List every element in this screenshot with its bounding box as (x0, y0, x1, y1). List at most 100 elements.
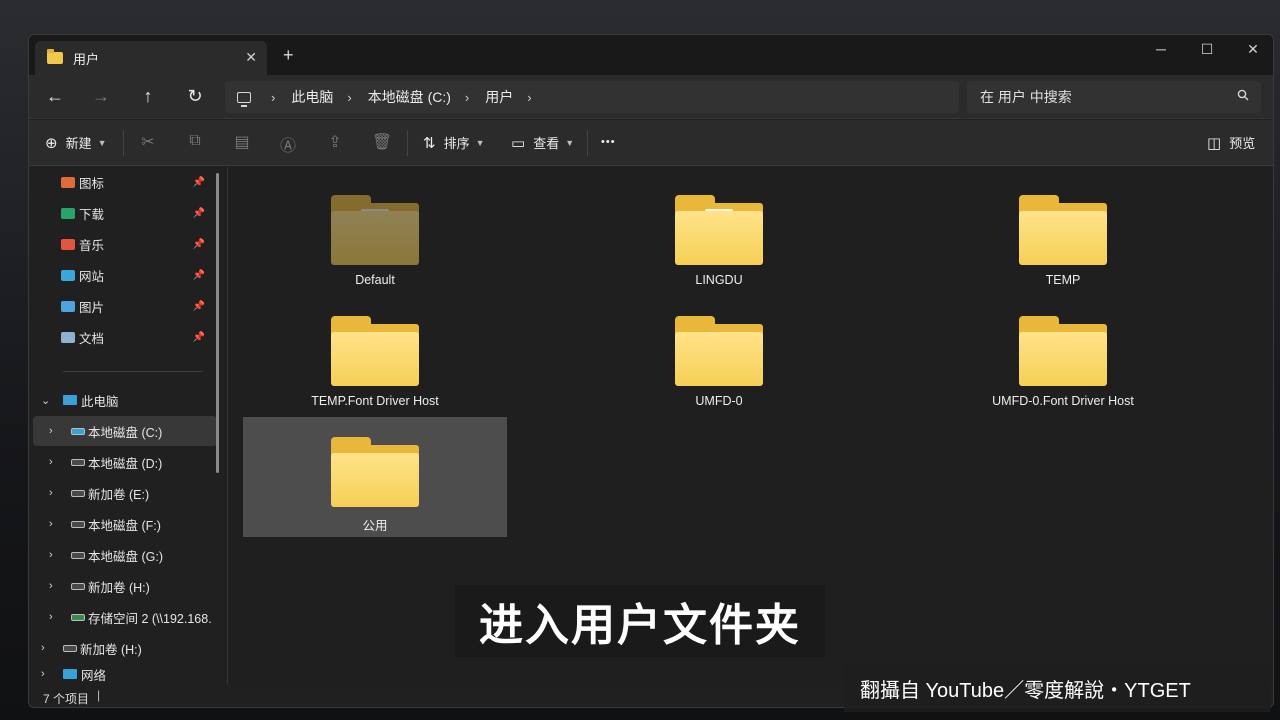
breadcrumb-users[interactable]: 用户 (485, 87, 513, 107)
chevron-right-icon[interactable]: › (49, 611, 53, 623)
tab-users[interactable]: 用户 ✕ (35, 41, 267, 75)
chevron-right-icon[interactable]: › (49, 425, 53, 437)
pin-icon[interactable]: 📌 (193, 301, 205, 312)
folder-item[interactable]: 公用 (243, 417, 507, 537)
chevron-right-icon[interactable]: › (527, 90, 531, 105)
preview-pane-icon: ◫ (1207, 134, 1222, 152)
folder-name: LINGDU (695, 273, 743, 287)
pin-icon[interactable]: 📌 (193, 208, 205, 219)
chevron-right-icon[interactable]: › (41, 668, 45, 680)
maximize-button[interactable]: ☐ (1187, 41, 1227, 58)
folder-item[interactable]: Default (243, 175, 507, 295)
back-button[interactable]: ← (43, 86, 67, 107)
web-folder-icon (61, 269, 75, 281)
preview-button[interactable]: ◫ 预览 (1207, 133, 1255, 152)
chevron-right-icon[interactable]: › (49, 487, 53, 499)
refresh-button[interactable]: ↻ (183, 86, 207, 107)
colorful-folder-icon (61, 176, 75, 188)
sort-button[interactable]: ⇅ 排序 ▼ (423, 133, 485, 152)
music-folder-icon (61, 238, 75, 250)
sidebar-item-drive-e[interactable]: › 新加卷 (E:) (29, 478, 227, 508)
chevron-right-icon[interactable]: › (465, 90, 469, 105)
new-button[interactable]: ⊕ 新建 ▼ (45, 133, 107, 152)
minimize-button[interactable]: ─ (1141, 41, 1181, 57)
chevron-right-icon[interactable]: › (49, 580, 53, 592)
folder-icon (675, 316, 763, 386)
pin-icon[interactable]: 📌 (193, 239, 205, 250)
chevron-right-icon[interactable]: › (41, 642, 45, 654)
sidebar-item-drive-c[interactable]: › 本地磁盘 (C:) (33, 416, 217, 446)
forward-button[interactable]: → (89, 86, 113, 107)
search-input[interactable]: 在 用户 中搜索 (967, 81, 1261, 113)
folder-item[interactable]: TEMP (931, 175, 1195, 295)
folder-name: UMFD-0.Font Driver Host (992, 394, 1134, 408)
copy-icon[interactable]: ⧉ (184, 132, 206, 150)
chevron-right-icon[interactable]: › (49, 456, 53, 468)
view-button[interactable]: ▭ 查看 ▼ (511, 133, 574, 152)
address-bar[interactable]: › 此电脑 › 本地磁盘 (C:) › 用户 › (225, 81, 959, 113)
command-bar: ⊕ 新建 ▼ ✂ ⧉ ▤ Ⓐ ⇪ 🗑 ⇅ 排序 ▼ ▭ 查看 ▼ ••• ◫ 预… (29, 120, 1273, 166)
sidebar-scrollbar[interactable] (216, 173, 219, 473)
pin-icon[interactable]: 📌 (193, 332, 205, 343)
sort-icon: ⇅ (423, 134, 436, 152)
sidebar-item-label: 图标 (79, 176, 105, 191)
share-icon[interactable]: ⇪ (324, 132, 346, 152)
sidebar-item-drive-h[interactable]: › 新加卷 (H:) (29, 571, 227, 601)
sidebar-item-network-storage[interactable]: › 存储空间 2 (\\192.168. (29, 602, 227, 632)
sidebar-item-music[interactable]: 音乐 📌 (29, 229, 227, 259)
folder-icon (675, 195, 763, 265)
folder-icon (1019, 316, 1107, 386)
sidebar-item-drive-d[interactable]: › 本地磁盘 (D:) (29, 447, 227, 477)
sidebar-item-drive-h-root[interactable]: › 新加卷 (H:) (29, 633, 227, 663)
chevron-right-icon[interactable]: › (347, 90, 351, 105)
subtitle-caption: 进入用户文件夹 (455, 585, 825, 657)
sidebar-item-label: 本地磁盘 (C:) (88, 425, 163, 440)
folder-item[interactable]: LINGDU (587, 175, 851, 295)
sidebar-item-network[interactable]: › 网络 (29, 663, 227, 685)
drive-icon (71, 520, 85, 528)
up-button[interactable]: ↑ (136, 86, 160, 107)
sidebar-item-icons[interactable]: 图标 📌 (29, 167, 227, 197)
folder-name: UMFD-0 (695, 394, 743, 408)
sidebar-item-drive-f[interactable]: › 本地磁盘 (F:) (29, 509, 227, 539)
drive-icon (71, 489, 85, 497)
paste-icon[interactable]: ▤ (231, 132, 253, 152)
folder-icon (47, 49, 63, 64)
chevron-down-icon[interactable]: ⌄ (41, 394, 50, 407)
new-tab-button[interactable]: + (283, 45, 294, 66)
sidebar-item-websites[interactable]: 网站 📌 (29, 260, 227, 290)
more-options-button[interactable]: ••• (601, 136, 616, 148)
view-label: 查看 (533, 136, 560, 151)
folder-item[interactable]: TEMP.Font Driver Host (243, 296, 507, 416)
sidebar-item-this-pc[interactable]: ⌄ 此电脑 (29, 385, 227, 415)
tab-close-icon[interactable]: ✕ (245, 49, 257, 66)
pin-icon[interactable]: 📌 (193, 177, 205, 188)
chevron-right-icon[interactable]: › (271, 90, 275, 105)
search-placeholder: 在 用户 中搜索 (980, 89, 1072, 105)
sidebar-item-drive-g[interactable]: › 本地磁盘 (G:) (29, 540, 227, 570)
navigation-pane: 图标 📌 下载 📌 音乐 📌 网站 📌 图片 📌 文档 📌 ⌄ 此电脑 › 本地… (29, 167, 227, 685)
rename-icon[interactable]: Ⓐ (277, 132, 299, 156)
sidebar-item-downloads[interactable]: 下载 📌 (29, 198, 227, 228)
pin-icon[interactable]: 📌 (193, 270, 205, 281)
sidebar-item-label: 网络 (81, 668, 107, 683)
sidebar-item-pictures[interactable]: 图片 📌 (29, 291, 227, 321)
download-folder-icon (61, 207, 75, 219)
chevron-down-icon: ▼ (475, 137, 485, 148)
divider (123, 130, 124, 156)
sidebar-item-label: 图片 (79, 300, 105, 315)
breadcrumb-this-pc[interactable]: 此电脑 (291, 87, 333, 107)
delete-icon[interactable]: 🗑 (371, 132, 393, 152)
sidebar-item-documents[interactable]: 文档 📌 (29, 322, 227, 352)
folder-item[interactable]: UMFD-0.Font Driver Host (931, 296, 1195, 416)
source-watermark: 翻攝自 YouTube／零度解說・YTGET (844, 664, 1270, 712)
folder-item[interactable]: UMFD-0 (587, 296, 851, 416)
breadcrumb-drive-c[interactable]: 本地磁盘 (C:) (368, 87, 451, 107)
pane-divider[interactable] (227, 167, 228, 685)
cut-icon[interactable]: ✂ (137, 132, 159, 152)
folder-icon (331, 437, 419, 507)
computer-icon (237, 91, 251, 107)
chevron-right-icon[interactable]: › (49, 518, 53, 530)
close-button[interactable]: ✕ (1233, 41, 1273, 58)
chevron-right-icon[interactable]: › (49, 549, 53, 561)
